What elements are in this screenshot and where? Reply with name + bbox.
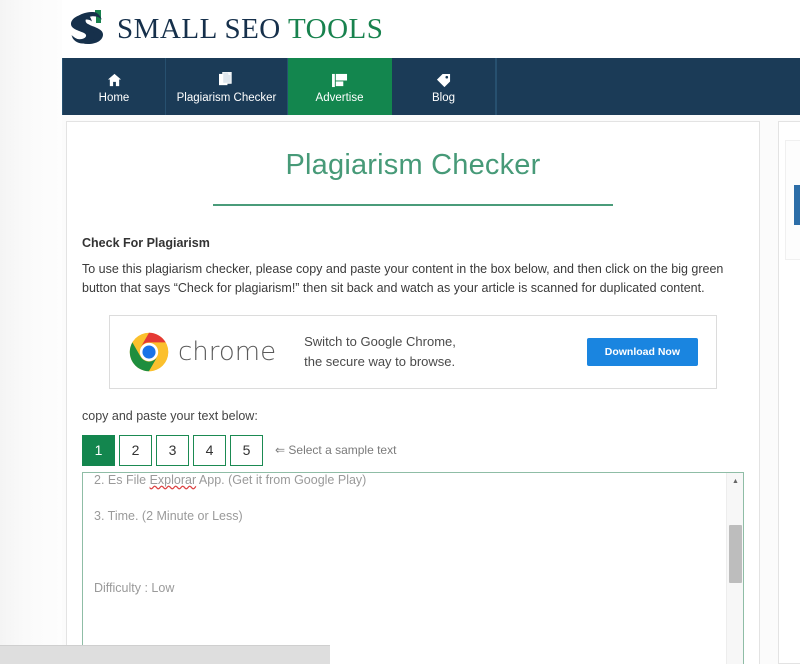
sample-tab-5[interactable]: 5 xyxy=(230,434,263,466)
chrome-ad-copy: Switch to Google Chrome, the secure way … xyxy=(304,332,456,372)
section-heading: Check For Plagiarism xyxy=(82,236,210,250)
nav-empty-space xyxy=(496,58,800,115)
ta-line1-misspelled: Explorar xyxy=(149,472,197,487)
chrome-ad-banner[interactable]: chrome Switch to Google Chrome, the secu… xyxy=(109,314,717,389)
sample-tab-2[interactable]: 2 xyxy=(119,434,152,466)
home-icon xyxy=(107,71,122,89)
title-divider xyxy=(213,204,613,206)
sidebar-widget-badge[interactable] xyxy=(794,185,800,225)
ta-line1-b: App. (Get it from Google Play) xyxy=(196,472,367,487)
nav-label-home: Home xyxy=(98,92,130,104)
chrome-ad-line1: Switch to Google Chrome, xyxy=(304,333,456,349)
ta-line2: 3. Time. (2 Minute or Less) xyxy=(94,508,243,523)
scroll-up-arrow-icon[interactable]: ▲ xyxy=(727,473,743,490)
documents-icon xyxy=(219,71,234,89)
tag-icon xyxy=(435,71,452,89)
intro-paragraph: To use this plagiarism checker, please c… xyxy=(82,262,724,296)
ta-line4: Difficulty : Low xyxy=(94,580,175,595)
main-navigation: Home Plagiarism Checker Advertise Blog xyxy=(62,58,800,115)
nav-label-plagiarism-checker: Plagiarism Checker xyxy=(176,92,277,104)
ta-line1-a: 2. Es File xyxy=(94,472,150,487)
chrome-ad-line2: the secure way to browse. xyxy=(304,353,456,369)
chrome-wordmark: chrome xyxy=(178,336,277,367)
site-header: SMALL SEO TOOLS xyxy=(62,0,800,58)
billboard-icon xyxy=(331,71,348,89)
nav-item-home[interactable]: Home xyxy=(62,58,166,115)
right-sidebar-panel xyxy=(778,121,800,664)
sample-text-hint: ⇐ Select a sample text xyxy=(275,443,397,458)
browser-viewport: SMALL SEO TOOLS Home Plagiarism Checker … xyxy=(0,0,800,664)
paste-instruction-label: copy and paste your text below: xyxy=(82,408,258,423)
smallseotools-s-logo-icon xyxy=(71,10,103,44)
plagiarism-text-input[interactable]: 2. Es File Explorar App. (Get it from Go… xyxy=(82,471,744,664)
nav-label-advertise: Advertise xyxy=(315,92,364,104)
page-left-margin xyxy=(0,0,62,664)
sample-text-tabs: 1 2 3 4 5 ⇐ Select a sample text xyxy=(82,434,759,466)
main-content-card: Plagiarism Checker Check For Plagiarism … xyxy=(66,121,760,664)
logo-text-green: TOOLS xyxy=(287,12,384,45)
scrollbar-thumb[interactable] xyxy=(729,524,742,583)
textarea-scrollbar[interactable]: ▲ ▼ xyxy=(726,472,743,664)
sample-tab-1[interactable]: 1 xyxy=(82,434,115,466)
sample-tab-3[interactable]: 3 xyxy=(156,434,189,466)
google-chrome-icon xyxy=(129,332,169,371)
sample-tab-4[interactable]: 4 xyxy=(193,434,226,466)
logo-text-dark: SMALL SEO xyxy=(117,12,288,45)
browser-download-bar[interactable] xyxy=(0,645,330,664)
nav-label-blog: Blog xyxy=(431,92,456,104)
nav-item-plagiarism-checker[interactable]: Plagiarism Checker xyxy=(166,58,288,115)
sidebar-widget[interactable] xyxy=(785,140,800,260)
site-logo-text: SMALL SEO TOOLS xyxy=(117,13,383,46)
site-logo[interactable]: SMALL SEO TOOLS xyxy=(65,5,383,53)
nav-item-blog[interactable]: Blog xyxy=(392,58,496,115)
download-now-button[interactable]: Download Now xyxy=(586,337,698,366)
textarea-content: 2. Es File Explorar App. (Get it from Go… xyxy=(94,472,717,664)
nav-item-advertise[interactable]: Advertise xyxy=(288,58,392,115)
page-title: Plagiarism Checker xyxy=(285,149,541,181)
